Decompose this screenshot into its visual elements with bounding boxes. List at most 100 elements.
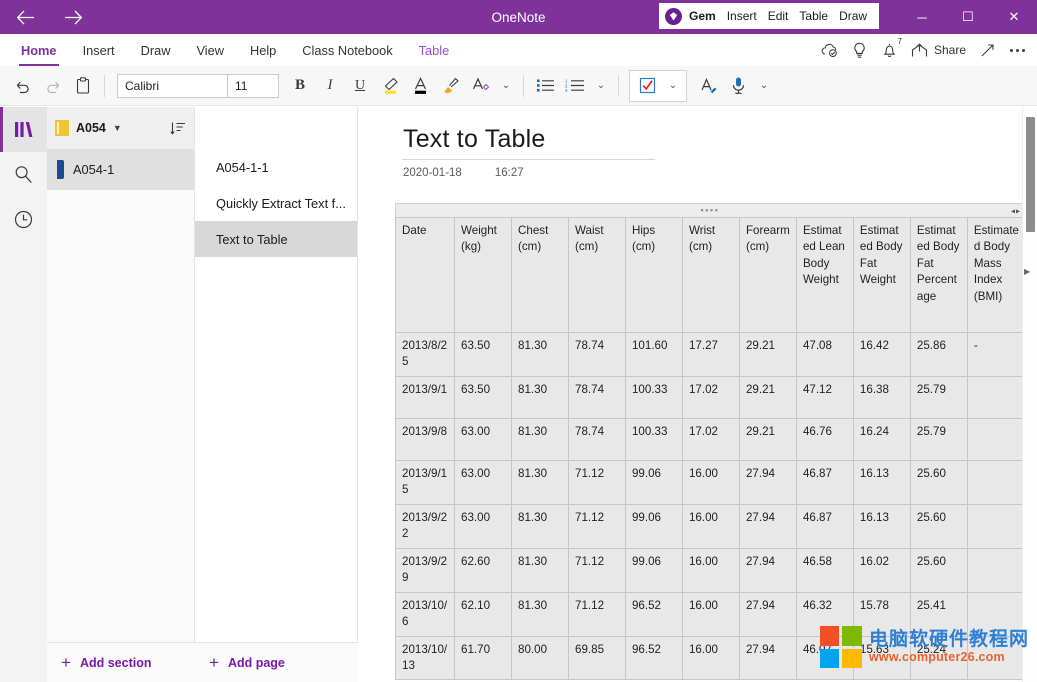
table-cell[interactable]: 27.94 bbox=[739, 504, 796, 548]
gem-brand-label[interactable]: Gem bbox=[689, 9, 716, 23]
dictate-button[interactable] bbox=[723, 71, 753, 101]
table-cell[interactable]: 62.10 bbox=[455, 592, 512, 636]
table-row[interactable]: 2013/9/1 63.50 81.30 78.74 100.33 17.02 … bbox=[396, 376, 1025, 418]
table-cell[interactable]: 78.74 bbox=[569, 418, 626, 460]
dictate-chevron-down-icon[interactable]: ⌄ bbox=[753, 71, 775, 101]
table-cell[interactable]: 99.06 bbox=[625, 460, 682, 504]
table-row[interactable]: 2013/10/13 61.70 80.00 69.85 96.52 16.00… bbox=[396, 636, 1025, 680]
italic-button[interactable]: I bbox=[315, 71, 345, 101]
todo-tag-button[interactable] bbox=[632, 71, 662, 101]
table-move-handle[interactable]: •••• ◂▸ bbox=[395, 203, 1025, 217]
table-cell[interactable]: 81.30 bbox=[512, 548, 569, 592]
table-cell[interactable]: 46.76 bbox=[796, 418, 853, 460]
table-cell[interactable] bbox=[967, 636, 1024, 680]
table-cell[interactable]: 2013/8/25 bbox=[396, 333, 455, 377]
table-cell[interactable]: 71.12 bbox=[569, 504, 626, 548]
table-cell[interactable]: 25.79 bbox=[910, 418, 967, 460]
page-title[interactable]: Text to Table bbox=[403, 125, 546, 154]
table-cell[interactable]: 16.00 bbox=[682, 548, 739, 592]
add-page-button[interactable]: + Add page bbox=[195, 643, 285, 682]
table-resize-arrows-icon[interactable]: ◂▸ bbox=[1011, 206, 1021, 215]
canvas-vertical-scrollbar[interactable]: ▶ bbox=[1022, 107, 1037, 682]
notifications-bell-icon[interactable]: 7 bbox=[876, 36, 904, 64]
table-cell[interactable] bbox=[967, 592, 1024, 636]
section-item-a054-1[interactable]: A054-1 bbox=[47, 149, 194, 190]
table-cell[interactable]: 80.00 bbox=[512, 636, 569, 680]
table-cell[interactable]: 15.63 bbox=[853, 636, 910, 680]
table-cell[interactable]: 81.30 bbox=[512, 504, 569, 548]
rail-search-button[interactable] bbox=[0, 152, 47, 197]
table-header-cell[interactable]: Chest (cm) bbox=[512, 218, 569, 333]
table-cell[interactable] bbox=[967, 504, 1024, 548]
table-cell[interactable]: 17.02 bbox=[682, 418, 739, 460]
tab-home[interactable]: Home bbox=[8, 34, 70, 66]
expand-icon[interactable] bbox=[973, 36, 1001, 64]
table-row[interactable]: 2013/10/6 62.10 81.30 71.12 96.52 16.00 … bbox=[396, 592, 1025, 636]
note-canvas[interactable]: Text to Table 2020-01-18 16:27 •••• ◂▸ D… bbox=[358, 107, 1037, 682]
scrollbar-thumb[interactable] bbox=[1026, 117, 1035, 232]
tab-help[interactable]: Help bbox=[237, 34, 289, 66]
table-cell[interactable]: 71.12 bbox=[569, 592, 626, 636]
maximize-button[interactable]: ☐ bbox=[945, 0, 991, 34]
table-row[interactable]: 2013/9/8 63.00 81.30 78.74 100.33 17.02 … bbox=[396, 418, 1025, 460]
table-cell[interactable]: 25.79 bbox=[910, 376, 967, 418]
font-color-button[interactable] bbox=[405, 71, 435, 101]
table-cell[interactable]: 99.06 bbox=[625, 504, 682, 548]
table-row[interactable]: 2013/8/25 63.50 81.30 78.74 101.60 17.27… bbox=[396, 333, 1025, 377]
table-header-cell[interactable]: Forearm (cm) bbox=[739, 218, 796, 333]
forward-arrow-icon[interactable] bbox=[56, 2, 90, 32]
table-cell[interactable]: 25.86 bbox=[910, 333, 967, 377]
lightbulb-icon[interactable] bbox=[846, 36, 874, 64]
page-item-text-to-table[interactable]: Text to Table bbox=[195, 221, 357, 257]
table-cell[interactable]: 27.94 bbox=[739, 548, 796, 592]
table-header-cell[interactable]: Estimated Body Fat Percentage bbox=[910, 218, 967, 333]
table-cell[interactable]: 63.50 bbox=[455, 376, 512, 418]
table-cell[interactable]: 78.74 bbox=[569, 333, 626, 377]
table-cell[interactable]: 71.12 bbox=[569, 548, 626, 592]
table-cell[interactable]: 96.52 bbox=[625, 636, 682, 680]
sync-status-icon[interactable] bbox=[815, 36, 844, 64]
table-cell[interactable]: 27.94 bbox=[739, 592, 796, 636]
font-size-input[interactable]: 11 bbox=[228, 75, 278, 97]
table-cell[interactable] bbox=[967, 376, 1024, 418]
table-cell[interactable]: 25.60 bbox=[910, 460, 967, 504]
table-cell[interactable]: 2013/10/6 bbox=[396, 592, 455, 636]
table-cell[interactable]: 46.07 bbox=[796, 636, 853, 680]
table-cell[interactable]: 96.52 bbox=[625, 592, 682, 636]
table-cell[interactable]: 2013/9/1 bbox=[396, 376, 455, 418]
table-cell[interactable]: 63.50 bbox=[455, 333, 512, 377]
notebook-header[interactable]: A054 ▼ bbox=[47, 107, 194, 149]
clipboard-paste-button[interactable] bbox=[68, 71, 98, 101]
table-cell[interactable]: 2013/9/8 bbox=[396, 418, 455, 460]
table-cell[interactable]: 25.60 bbox=[910, 548, 967, 592]
tab-table[interactable]: Table bbox=[406, 34, 463, 66]
table-cell[interactable]: 62.60 bbox=[455, 548, 512, 592]
table-cell[interactable]: 63.00 bbox=[455, 418, 512, 460]
table-cell[interactable]: 100.33 bbox=[625, 376, 682, 418]
list-overflow-chevron-down-icon[interactable]: ⌄ bbox=[590, 71, 612, 101]
table-cell[interactable]: 46.87 bbox=[796, 460, 853, 504]
table-header-cell[interactable]: Estimated Lean Body Weight bbox=[796, 218, 853, 333]
table-cell[interactable]: 2013/10/13 bbox=[396, 636, 455, 680]
more-options-icon[interactable] bbox=[1003, 36, 1031, 64]
table-row[interactable]: 2013/9/15 63.00 81.30 71.12 99.06 16.00 … bbox=[396, 460, 1025, 504]
table-cell[interactable]: 101.60 bbox=[625, 333, 682, 377]
table-header-cell[interactable]: Hips (cm) bbox=[625, 218, 682, 333]
tag-chevron-down-icon[interactable]: ⌄ bbox=[662, 71, 684, 101]
table-cell[interactable]: 25.41 bbox=[910, 592, 967, 636]
table-header-cell[interactable]: Date bbox=[396, 218, 455, 333]
table-cell[interactable]: 29.21 bbox=[739, 376, 796, 418]
sort-icon[interactable] bbox=[170, 121, 186, 136]
table-cell[interactable]: 16.38 bbox=[853, 376, 910, 418]
table-cell[interactable]: 47.12 bbox=[796, 376, 853, 418]
table-cell[interactable]: 81.30 bbox=[512, 333, 569, 377]
table-header-cell[interactable]: Estimated Body Fat Weight bbox=[853, 218, 910, 333]
table-row[interactable]: 2013/9/29 62.60 81.30 71.12 99.06 16.00 … bbox=[396, 548, 1025, 592]
table-cell[interactable]: 15.78 bbox=[853, 592, 910, 636]
clear-formatting-button[interactable] bbox=[465, 71, 495, 101]
tab-draw[interactable]: Draw bbox=[128, 34, 184, 66]
back-arrow-icon[interactable] bbox=[8, 2, 42, 32]
undo-button[interactable] bbox=[8, 71, 38, 101]
table-cell[interactable]: 16.00 bbox=[682, 636, 739, 680]
table-cell[interactable]: 2013/9/15 bbox=[396, 460, 455, 504]
